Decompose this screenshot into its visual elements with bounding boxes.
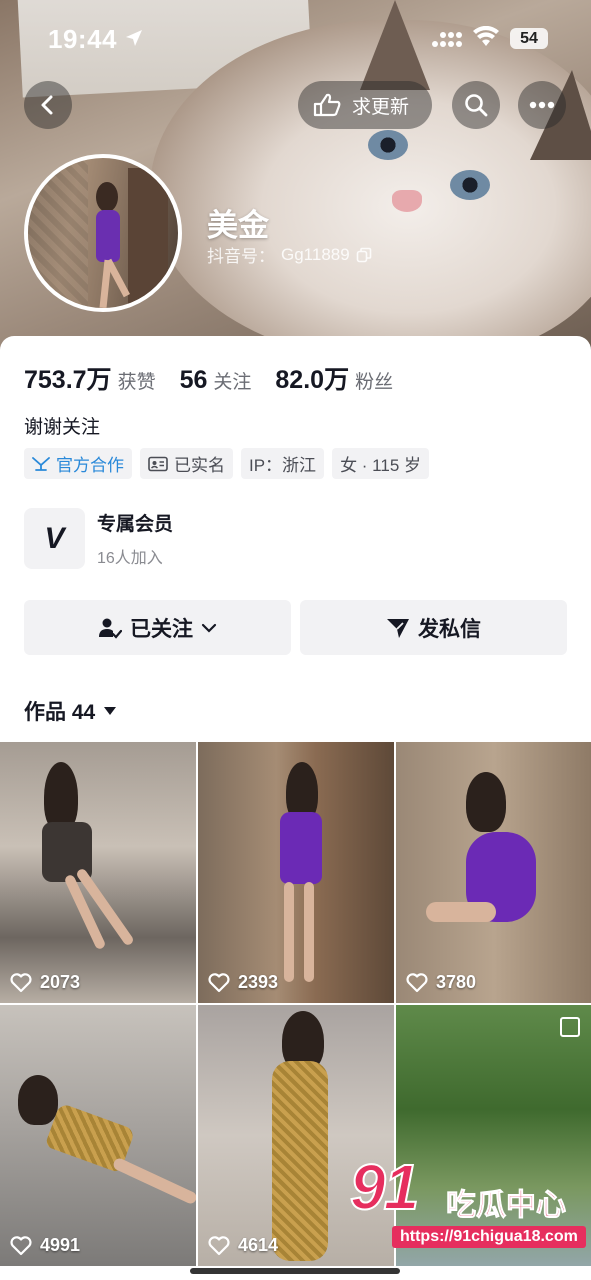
- avatar-figure-head: [96, 182, 118, 212]
- tag-official-cooperation[interactable]: 官方合作: [24, 448, 132, 479]
- tag-label: 女 · 115 岁: [340, 456, 421, 475]
- video-thumbnail[interactable]: 2393: [198, 742, 394, 1003]
- watermark-text: 吃瓜中心: [446, 1189, 567, 1223]
- back-button[interactable]: [24, 81, 72, 129]
- cellular-signal-icon: [432, 32, 462, 47]
- figure-dress: [272, 1061, 328, 1261]
- cat-eye: [368, 130, 408, 160]
- send-message-button[interactable]: 发私信: [300, 600, 567, 655]
- status-time: 19:44: [48, 24, 117, 54]
- membership-title: 专属会员: [97, 514, 174, 535]
- following-button[interactable]: 已关注: [24, 600, 291, 655]
- like-count: 3780: [406, 972, 476, 993]
- stat-value: 56: [179, 366, 208, 394]
- thumbnail-background: [0, 742, 196, 1003]
- chevron-left-icon: [41, 95, 53, 115]
- douyin-id-value: Gg11889: [281, 244, 350, 264]
- watermark-number: 91: [349, 1150, 420, 1224]
- following-label: 已关注: [130, 617, 193, 641]
- video-thumbnail[interactable]: 4991: [0, 1005, 196, 1266]
- request-update-label: 求更新: [352, 96, 410, 118]
- profile-stats: 753.7万 获赞 56 关注 82.0万 粉丝: [24, 360, 393, 396]
- tag-label: 已实名: [174, 456, 225, 475]
- location-arrow-icon: [126, 30, 142, 46]
- like-count-value: 3780: [436, 972, 477, 992]
- request-update-button[interactable]: 求更新: [298, 81, 432, 129]
- heart-icon: [10, 1235, 32, 1255]
- search-button[interactable]: [452, 81, 500, 129]
- watermark-url: https://91chigua18.com: [392, 1226, 586, 1248]
- stat-label: 关注: [213, 372, 252, 393]
- figure-hair: [466, 772, 506, 832]
- send-message-label: 发私信: [418, 617, 481, 641]
- more-dots-icon: [529, 101, 555, 109]
- id-card-icon: [148, 456, 168, 471]
- profile-tags: 官方合作 已实名 IP：浙江 女 · 115 岁: [24, 448, 429, 479]
- wifi-icon: [473, 26, 499, 46]
- multi-image-icon: [560, 1017, 580, 1037]
- like-count: 2073: [10, 972, 80, 993]
- works-label: 作品 44: [24, 701, 96, 724]
- like-count: 2393: [208, 972, 278, 993]
- like-count-value: 4991: [40, 1235, 81, 1255]
- like-count-value: 4614: [238, 1235, 279, 1255]
- heart-icon: [10, 972, 32, 992]
- copy-icon[interactable]: [356, 247, 372, 263]
- like-count: 4614: [208, 1235, 278, 1256]
- official-icon: [32, 456, 50, 471]
- membership-logo-icon: V: [24, 508, 85, 569]
- more-options-button[interactable]: [518, 81, 566, 129]
- avatar-door: [128, 168, 168, 308]
- pointing-hand-icon: [313, 93, 341, 117]
- tag-label: 官方合作: [56, 456, 124, 475]
- like-count-value: 2073: [40, 972, 81, 992]
- stat-value: 753.7万: [24, 366, 112, 394]
- site-watermark: 91 吃瓜中心 https://91chigua18.com: [349, 1150, 590, 1260]
- membership-text: 专属会员 16人加入: [97, 509, 173, 568]
- cat-eye: [450, 170, 490, 200]
- figure-leg: [304, 882, 314, 982]
- stat-label: 粉丝: [355, 372, 394, 393]
- battery-indicator: 54: [510, 28, 548, 49]
- paper-plane-icon: [387, 618, 409, 638]
- status-bar: 19:44 54: [0, 0, 591, 80]
- video-thumbnail[interactable]: 3780: [396, 742, 591, 1003]
- tag-verified-identity[interactable]: 已实名: [140, 448, 233, 479]
- douyin-id-row[interactable]: 抖音号： Gg11889: [207, 242, 372, 267]
- stat-followers[interactable]: 82.0万 粉丝: [275, 360, 393, 396]
- tag-gender-age: 女 · 115 岁: [332, 448, 429, 479]
- avatar-wall: [28, 158, 88, 308]
- figure-dress: [280, 812, 322, 884]
- membership-subtitle: 16人加入: [97, 550, 163, 567]
- works-tab[interactable]: 作品 44: [24, 696, 117, 726]
- search-icon: [465, 94, 488, 117]
- heart-icon: [208, 972, 230, 992]
- chevron-down-icon: [201, 623, 217, 633]
- home-indicator: [190, 1268, 400, 1274]
- stat-likes[interactable]: 753.7万 获赞: [24, 360, 156, 396]
- figure-hair: [18, 1075, 58, 1125]
- profile-avatar[interactable]: [24, 154, 182, 312]
- avatar-figure-dress: [96, 210, 120, 262]
- stat-following[interactable]: 56 关注: [180, 366, 252, 395]
- figure-leg: [426, 902, 496, 922]
- tag-ip-location: IP：浙江: [241, 448, 325, 479]
- video-thumbnail[interactable]: 2073: [0, 742, 196, 1003]
- heart-icon: [406, 972, 428, 992]
- caret-down-icon: [104, 707, 117, 715]
- figure-leg: [284, 882, 294, 982]
- user-check-icon: [99, 618, 122, 639]
- profile-name: 美金: [207, 208, 269, 243]
- like-count-value: 2393: [238, 972, 279, 992]
- douyin-id-label: 抖音号：: [207, 247, 275, 266]
- profile-card: 753.7万 获赞 56 关注 82.0万 粉丝 谢谢关注 官方合作 已实名 I…: [0, 336, 591, 1280]
- stat-label: 获赞: [117, 372, 156, 393]
- tag-label: IP：浙江: [249, 456, 317, 475]
- heart-icon: [208, 1235, 230, 1255]
- profile-bio: 谢谢关注: [24, 417, 101, 438]
- exclusive-membership[interactable]: V 专属会员 16人加入: [24, 508, 173, 569]
- stat-value: 82.0万: [275, 366, 350, 394]
- like-count: 4991: [10, 1235, 80, 1256]
- cat-nose: [392, 190, 422, 212]
